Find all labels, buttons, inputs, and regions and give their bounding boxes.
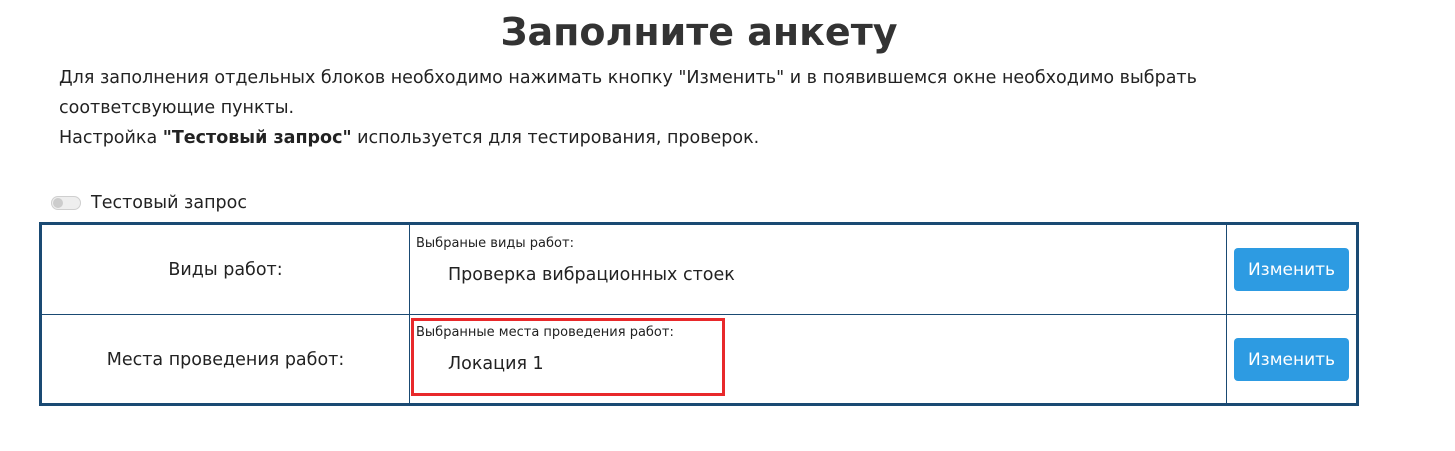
work-types-action-cell: Изменить: [1227, 225, 1356, 314]
work-locations-value: Локация 1: [448, 354, 544, 374]
intro-line-3-suffix: используется для тестирования, проверок.: [351, 128, 760, 148]
work-types-label: Виды работ:: [42, 225, 410, 314]
test-request-toggle-row: Тестовый запрос: [51, 190, 247, 216]
work-types-selection: Выбраные виды работ: Проверка вибрационн…: [411, 229, 735, 307]
work-types-value-cell: Выбраные виды работ: Проверка вибрационн…: [410, 225, 1227, 314]
work-types-value: Проверка вибрационных стоек: [448, 265, 735, 285]
work-types-caption: Выбраные виды работ:: [416, 236, 574, 251]
table-row-work-locations: Места проведения работ: Выбранные места …: [42, 315, 1356, 404]
page-title: Заполните анкету: [500, 10, 898, 54]
work-locations-selection: Выбранные места проведения работ: Локаци…: [411, 318, 725, 396]
change-work-locations-button[interactable]: Изменить: [1234, 338, 1349, 381]
toggle-knob: [53, 198, 63, 208]
work-locations-caption: Выбранные места проведения работ:: [416, 325, 674, 340]
change-work-types-button[interactable]: Изменить: [1234, 248, 1349, 291]
table-row-work-types: Виды работ: Выбраные виды работ: Проверк…: [42, 225, 1356, 315]
questionnaire-table: Виды работ: Выбраные виды работ: Проверк…: [39, 222, 1359, 406]
work-locations-action-cell: Изменить: [1227, 315, 1356, 404]
intro-line-3: Настройка "Тестовый запрос" используется…: [59, 123, 1259, 153]
intro-text: Для заполнения отдельных блоков необходи…: [59, 63, 1259, 153]
work-locations-label: Места проведения работ:: [42, 315, 410, 404]
test-request-label: Тестовый запрос: [91, 193, 247, 213]
intro-line-1: Для заполнения отдельных блоков необходи…: [59, 68, 1197, 88]
work-locations-value-cell: Выбранные места проведения работ: Локаци…: [410, 315, 1227, 404]
intro-line-3-bold: "Тестовый запрос": [162, 128, 352, 148]
test-request-toggle[interactable]: [51, 196, 81, 210]
intro-line-2: соответсвующие пункты.: [59, 98, 295, 118]
intro-line-3-prefix: Настройка: [59, 128, 163, 148]
